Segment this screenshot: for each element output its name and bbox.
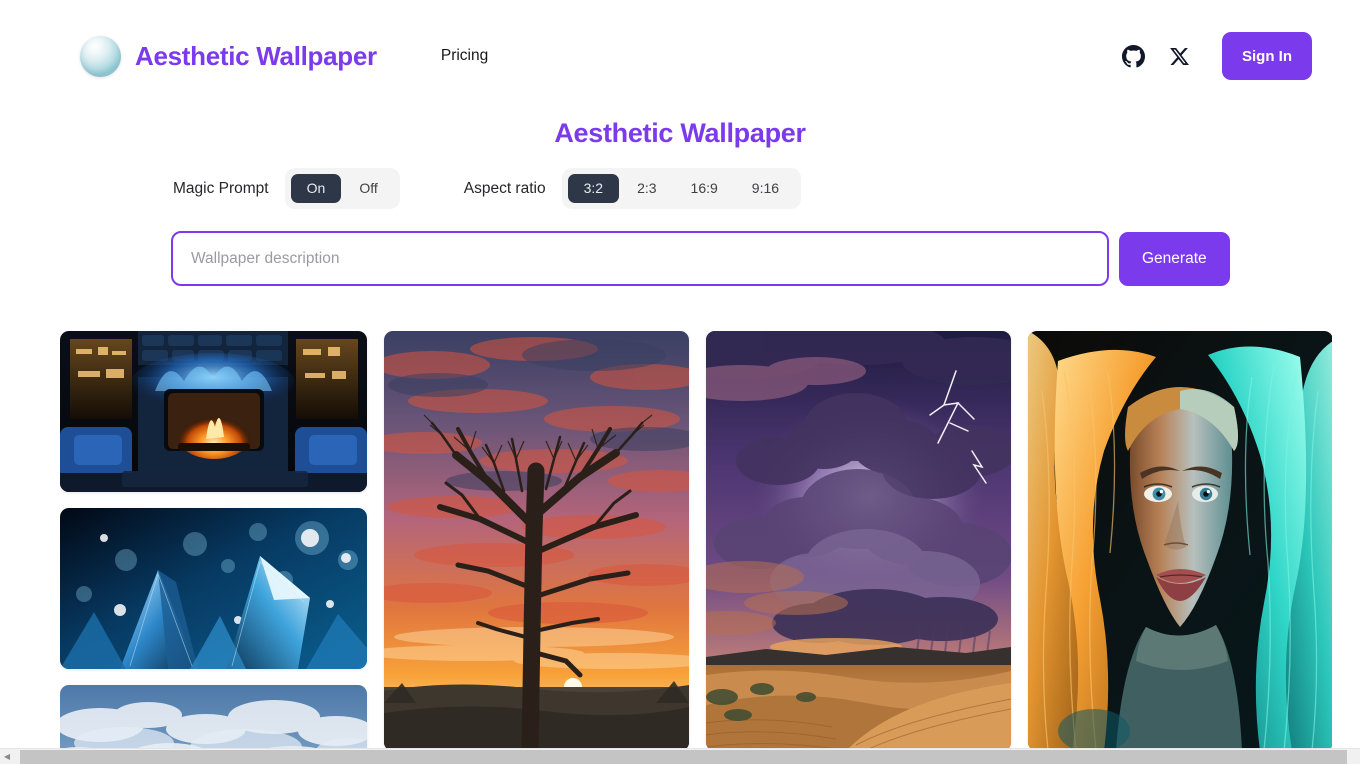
header-actions: Sign In — [1121, 0, 1312, 112]
horizontal-scrollbar[interactable]: ◀ — [0, 748, 1360, 764]
gallery-thumbnail[interactable] — [1028, 331, 1332, 751]
magic-prompt-segmented: On Off — [284, 168, 400, 210]
aspect-ratio-label: Aspect ratio — [463, 179, 546, 197]
nav-link-pricing[interactable]: Pricing — [441, 47, 488, 65]
gallery-column — [384, 331, 689, 751]
sphere-logo-icon — [80, 35, 121, 77]
brand-title: Aesthetic Wallpaper — [135, 40, 377, 71]
wallpaper-description-input[interactable] — [171, 231, 1109, 286]
magic-prompt-control: Magic Prompt On Off — [173, 168, 400, 210]
sign-in-button[interactable]: Sign In — [1222, 32, 1312, 80]
aspect-ratio-option-3-2[interactable]: 3:2 — [567, 174, 620, 204]
wallpaper-gallery — [60, 331, 1332, 751]
gallery-thumbnail[interactable] — [60, 685, 367, 751]
prompt-row: Generate — [171, 231, 1230, 286]
main-nav: Pricing — [441, 47, 488, 65]
brand-logo-link[interactable]: Aesthetic Wallpaper — [80, 35, 377, 77]
aspect-ratio-segmented: 3:2 2:3 16:9 9:16 — [561, 168, 802, 210]
magic-prompt-option-off[interactable]: Off — [343, 174, 393, 203]
gallery-column — [1028, 331, 1332, 751]
app-page: Aesthetic Wallpaper Pricing Sign In Aest… — [0, 0, 1360, 764]
gallery-thumbnail[interactable] — [60, 508, 367, 669]
app-header: Aesthetic Wallpaper Pricing Sign In — [0, 0, 1360, 112]
magic-prompt-option-on[interactable]: On — [290, 174, 342, 204]
gallery-column — [60, 331, 367, 751]
gallery-thumbnail[interactable] — [60, 331, 367, 492]
aspect-ratio-option-2-3[interactable]: 2:3 — [621, 174, 672, 203]
gallery-thumbnail[interactable] — [384, 331, 689, 751]
scroll-left-arrow-icon[interactable]: ◀ — [0, 749, 14, 764]
scrollbar-thumb[interactable] — [20, 749, 1347, 764]
page-title: Aesthetic Wallpaper — [554, 118, 806, 148]
aspect-ratio-option-9-16[interactable]: 9:16 — [736, 174, 795, 203]
aspect-ratio-option-16-9[interactable]: 16:9 — [675, 174, 734, 203]
gallery-column — [706, 331, 1011, 751]
magic-prompt-label: Magic Prompt — [173, 179, 269, 197]
aspect-ratio-control: Aspect ratio 3:2 2:3 16:9 9:16 — [463, 168, 802, 210]
x-twitter-icon[interactable] — [1167, 44, 1191, 68]
scrollbar-track[interactable] — [14, 748, 1360, 764]
github-icon[interactable] — [1121, 44, 1145, 68]
generation-controls: Magic Prompt On Off Aspect ratio 3:2 2:3… — [173, 168, 802, 210]
generate-button[interactable]: Generate — [1119, 231, 1230, 286]
gallery-thumbnail[interactable] — [706, 331, 1011, 751]
